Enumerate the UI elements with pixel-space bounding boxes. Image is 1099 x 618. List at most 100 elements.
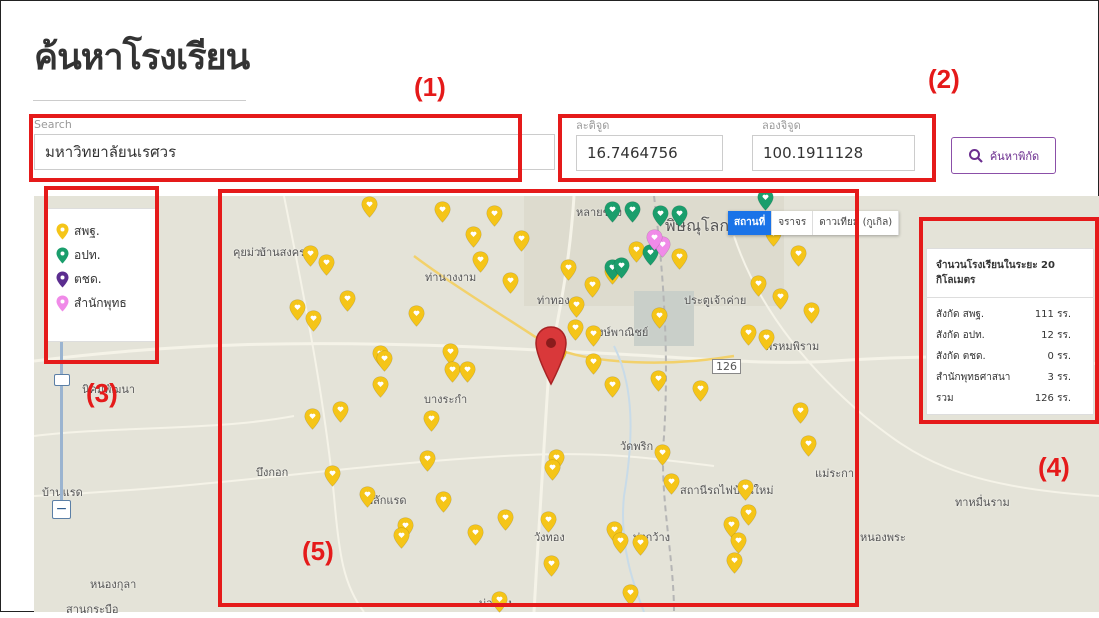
- legend-label: อปท.: [74, 247, 101, 262]
- school-marker-icon[interactable]: [567, 319, 584, 341]
- school-marker-icon[interactable]: [650, 370, 667, 392]
- school-marker-icon[interactable]: [651, 307, 668, 329]
- longitude-label: ลองจิจูด: [762, 119, 801, 132]
- zoom-out-button[interactable]: −: [52, 500, 71, 519]
- school-marker-icon[interactable]: [544, 459, 561, 481]
- place-name: ทาหมื่นราม: [955, 496, 1010, 509]
- school-marker-icon[interactable]: [730, 532, 747, 554]
- legend-label: ตชด.: [74, 271, 102, 286]
- school-marker-icon[interactable]: [671, 248, 688, 270]
- school-marker-icon[interactable]: [585, 353, 602, 375]
- school-marker-icon[interactable]: [372, 376, 389, 398]
- school-marker-icon[interactable]: [491, 591, 508, 613]
- school-marker-icon[interactable]: [790, 245, 807, 267]
- purple-pin-icon: [56, 271, 69, 287]
- place-name: ประตูเจ้าค่าย: [684, 294, 747, 307]
- school-marker-icon[interactable]: [465, 226, 482, 248]
- school-marker-icon[interactable]: [671, 205, 688, 227]
- map-type-place[interactable]: สถานที่: [728, 211, 773, 235]
- school-marker-icon[interactable]: [543, 555, 560, 577]
- stats-label: สังกัด อปท.: [936, 330, 985, 341]
- school-marker-icon[interactable]: [408, 305, 425, 327]
- latitude-label: ละติจูด: [576, 119, 610, 132]
- school-marker-icon[interactable]: [289, 299, 306, 321]
- school-marker-icon[interactable]: [502, 272, 519, 294]
- map-legend: สพฐ. อปท. ตชด. สำนักพุทธ: [47, 208, 156, 342]
- school-marker-icon[interactable]: [560, 259, 577, 281]
- school-marker-icon[interactable]: [652, 205, 669, 227]
- school-marker-icon[interactable]: [305, 310, 322, 332]
- school-marker-icon[interactable]: [486, 205, 503, 227]
- place-name: หนองพระ: [860, 531, 906, 544]
- school-marker-icon[interactable]: [726, 552, 743, 574]
- school-marker-icon[interactable]: [585, 325, 602, 347]
- school-marker-icon[interactable]: [737, 479, 754, 501]
- school-marker-icon[interactable]: [758, 329, 775, 351]
- stats-row: สำนักพุทธศาสนา 3 รร.: [927, 367, 1093, 388]
- latitude-input[interactable]: 16.7464756: [576, 135, 723, 171]
- school-marker-icon[interactable]: [604, 376, 621, 398]
- school-marker-icon[interactable]: [740, 324, 757, 346]
- school-marker-icon[interactable]: [513, 230, 530, 252]
- map-type-satellite[interactable]: ดาวเทียม (กูเกิล): [813, 211, 900, 235]
- school-marker-icon[interactable]: [613, 257, 630, 279]
- school-marker-icon[interactable]: [423, 410, 440, 432]
- stats-label: สำนักพุทธศาสนา: [936, 372, 1011, 383]
- school-marker-icon[interactable]: [435, 491, 452, 513]
- location-pin-icon[interactable]: [534, 326, 568, 386]
- school-marker-icon[interactable]: [497, 509, 514, 531]
- school-marker-icon[interactable]: [740, 504, 757, 526]
- search-coordinates-button[interactable]: ค้นหาพิกัด: [951, 137, 1056, 174]
- school-marker-icon[interactable]: [632, 534, 649, 556]
- school-marker-icon[interactable]: [750, 275, 767, 297]
- stats-label: รวม: [936, 393, 954, 404]
- school-marker-icon[interactable]: [800, 435, 817, 457]
- school-marker-icon[interactable]: [459, 361, 476, 383]
- school-marker-icon[interactable]: [361, 196, 378, 218]
- school-marker-icon[interactable]: [393, 527, 410, 549]
- school-marker-icon[interactable]: [692, 380, 709, 402]
- stats-value: 126 รร.: [1034, 393, 1071, 404]
- legend-label: สพฐ.: [74, 223, 100, 238]
- zoom-slider-handle[interactable]: [54, 374, 70, 386]
- stats-label: สังกัด สพฐ.: [936, 309, 985, 320]
- place-name: บางระกำ: [424, 393, 468, 406]
- school-marker-icon[interactable]: [622, 584, 639, 606]
- school-marker-icon[interactable]: [646, 229, 663, 251]
- school-marker-icon[interactable]: [772, 288, 789, 310]
- school-marker-icon[interactable]: [302, 245, 319, 267]
- school-marker-icon[interactable]: [318, 254, 335, 276]
- school-marker-icon[interactable]: [654, 444, 671, 466]
- school-marker-icon[interactable]: [359, 486, 376, 508]
- school-marker-icon[interactable]: [604, 201, 621, 223]
- school-marker-icon[interactable]: [434, 201, 451, 223]
- school-marker-icon[interactable]: [757, 189, 774, 211]
- map-type-traffic[interactable]: จราจร: [772, 211, 814, 235]
- school-marker-icon[interactable]: [803, 302, 820, 324]
- school-marker-icon[interactable]: [612, 532, 629, 554]
- school-marker-icon[interactable]: [467, 524, 484, 546]
- annotation-label-3: (3): [86, 378, 118, 408]
- school-marker-icon[interactable]: [624, 201, 641, 223]
- school-marker-icon[interactable]: [324, 465, 341, 487]
- school-stats-panel: จำนวนโรงเรียนในระยะ 20 กิโลเมตร สังกัด ส…: [926, 248, 1094, 415]
- school-marker-icon[interactable]: [339, 290, 356, 312]
- school-marker-icon[interactable]: [472, 251, 489, 273]
- school-marker-icon[interactable]: [419, 450, 436, 472]
- school-marker-icon[interactable]: [663, 473, 680, 495]
- school-marker-icon[interactable]: [304, 408, 321, 430]
- school-marker-icon[interactable]: [568, 296, 585, 318]
- search-input[interactable]: มหาวิทยาลัยนเรศวร: [34, 134, 555, 170]
- school-marker-icon[interactable]: [376, 350, 393, 372]
- annotation-label-4: (4): [1038, 452, 1070, 482]
- legend-item-lao: อปท.: [48, 243, 155, 267]
- school-marker-icon[interactable]: [332, 401, 349, 423]
- school-marker-icon[interactable]: [584, 276, 601, 298]
- place-name: หนองกุลา: [90, 578, 137, 591]
- place-name: สานกระบือ: [66, 603, 119, 616]
- page-title: ค้นหาโรงเรียน: [34, 37, 250, 78]
- longitude-input[interactable]: 100.1911128: [752, 135, 915, 171]
- school-marker-icon[interactable]: [540, 511, 557, 533]
- stats-header: จำนวนโรงเรียนในระยะ 20 กิโลเมตร: [927, 249, 1093, 298]
- school-marker-icon[interactable]: [792, 402, 809, 424]
